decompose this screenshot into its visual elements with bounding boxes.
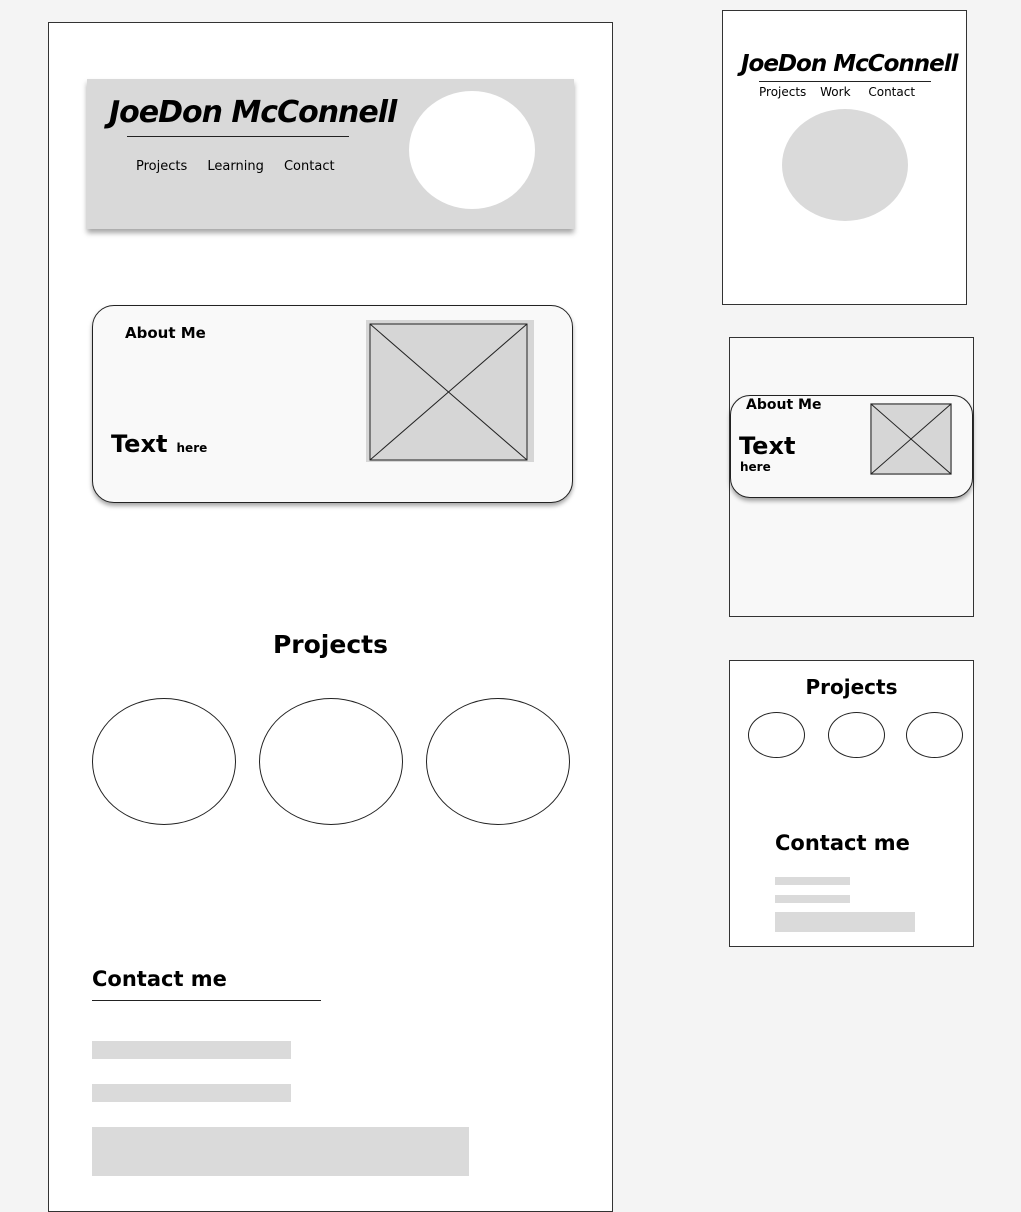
mobile-nav-projects[interactable]: Projects [759, 85, 806, 99]
mobile-header-frame: JoeDon McConnell Projects Work Contact [722, 10, 967, 305]
about-text: Text here [111, 430, 207, 458]
image-placeholder-icon [369, 323, 528, 461]
contact-underline [92, 1000, 321, 1001]
mobile-contact-field-email[interactable] [775, 895, 850, 903]
mobile-logo-underline [759, 81, 931, 82]
mobile-about-title: About Me [746, 397, 822, 413]
site-logo[interactable]: JoeDon McConnell [109, 95, 397, 130]
mobile-about-text-big: Text [739, 432, 796, 460]
mobile-project-circle-2[interactable] [828, 712, 885, 758]
mobile-site-logo[interactable]: JoeDon McConnell [741, 51, 959, 77]
mobile-nav-contact[interactable]: Contact [868, 85, 915, 99]
mobile-project-circle-1[interactable] [748, 712, 805, 758]
mobile-about-card: About Me Text here [730, 395, 973, 498]
project-circle-3[interactable] [426, 698, 570, 825]
projects-title: Projects [272, 630, 388, 659]
nav-contact[interactable]: Contact [284, 159, 335, 174]
mobile-about-text-small: here [740, 460, 771, 474]
mobile-nav-work[interactable]: Work [820, 85, 850, 99]
mobile-image-placeholder [870, 403, 952, 475]
logo-underline [127, 136, 349, 137]
mobile-image-placeholder-icon [870, 403, 952, 475]
desktop-header: JoeDon McConnell Projects Learning Conta… [87, 79, 574, 229]
contact-field-name[interactable] [92, 1041, 291, 1059]
nav-learning[interactable]: Learning [207, 159, 263, 174]
mobile-avatar [782, 109, 908, 221]
contact-field-email[interactable] [92, 1084, 291, 1102]
mobile-contact-field-name[interactable] [775, 877, 850, 885]
contact-field-message[interactable] [92, 1127, 469, 1176]
about-text-big: Text [111, 430, 168, 458]
image-placeholder [366, 320, 534, 462]
avatar [409, 91, 535, 209]
about-title: About Me [125, 324, 206, 342]
mobile-projects-frame: Projects Contact me [729, 660, 974, 947]
project-circle-2[interactable] [259, 698, 403, 825]
project-circle-1[interactable] [92, 698, 236, 825]
nav-projects[interactable]: Projects [136, 159, 187, 174]
about-text-small: here [176, 441, 208, 455]
mobile-project-circle-3[interactable] [906, 712, 963, 758]
mobile-contact-title: Contact me [775, 831, 910, 855]
mobile-nav: Projects Work Contact [759, 85, 915, 99]
about-card: About Me Text here [92, 305, 573, 503]
desktop-nav: Projects Learning Contact [136, 159, 335, 174]
mobile-projects-title: Projects [805, 675, 898, 699]
mobile-contact-field-message[interactable] [775, 912, 915, 932]
contact-title: Contact me [92, 967, 227, 991]
